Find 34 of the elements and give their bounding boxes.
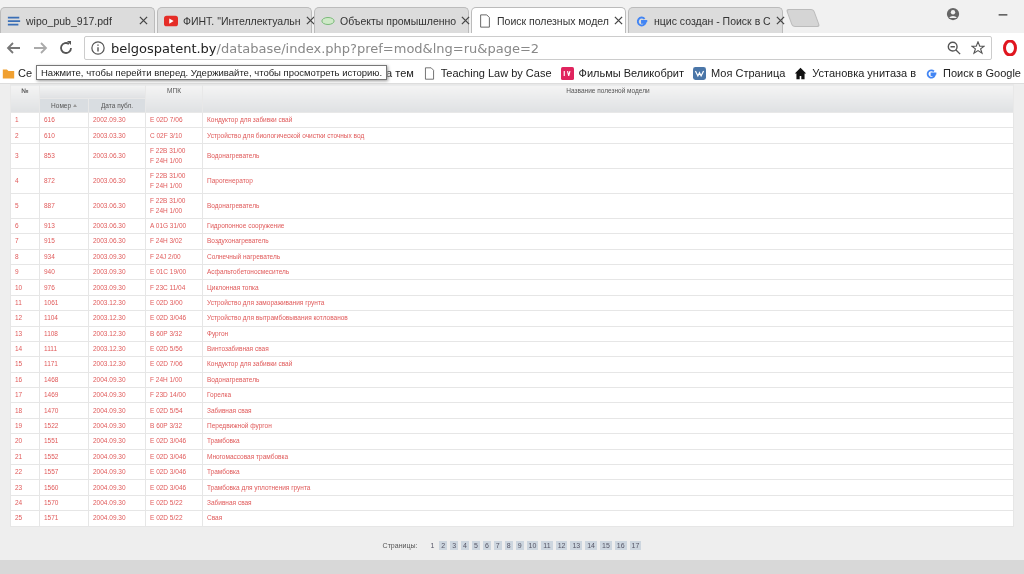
tile-icon: [693, 66, 707, 80]
reload-icon[interactable]: [58, 40, 74, 56]
google-icon: [925, 66, 939, 80]
bookmark-link[interactable]: а тем: [386, 67, 414, 79]
bookmark-link[interactable]: Моя Страница: [693, 66, 786, 80]
browser-tab[interactable]: ФИНТ. "Интеллектуальн: [157, 7, 312, 33]
close-icon[interactable]: [775, 16, 785, 25]
bookmark-link[interactable]: Се: [2, 66, 33, 80]
browser-tab[interactable]: нцис создан - Поиск в С: [628, 7, 783, 33]
tooltip: Нажмите, чтобы перейти вперед. Удерживайте, чтобы просмотреть историю.: [36, 65, 388, 80]
tile-icon: [560, 66, 574, 80]
bookmark-link[interactable]: Teaching Law by Case: [422, 66, 552, 80]
page-icon: [478, 13, 492, 28]
folder-icon: [2, 66, 15, 80]
zoom-out-icon[interactable]: [947, 41, 961, 55]
star-icon[interactable]: [971, 41, 985, 55]
profile-icon[interactable]: [946, 7, 960, 21]
close-icon[interactable]: [305, 16, 315, 25]
back-icon[interactable]: [6, 40, 22, 56]
close-icon[interactable]: [613, 16, 623, 25]
info-icon[interactable]: [91, 41, 105, 55]
address-field[interactable]: belgospatent.by/database/index.php?pref=mod&lng=ru&page=2: [84, 36, 992, 60]
close-icon[interactable]: [461, 16, 471, 25]
opera-icon[interactable]: [1002, 40, 1018, 56]
bookmark-link[interactable]: Поиск в Google: [925, 66, 1021, 80]
browser-tab[interactable]: Поиск полезных модел: [471, 7, 626, 33]
play-icon: [164, 13, 178, 28]
page-icon: [422, 66, 436, 80]
bookmark-link[interactable]: Установка унитаза в: [794, 66, 917, 80]
close-icon[interactable]: [139, 16, 148, 25]
browser-tab[interactable]: Объекты промышленно: [314, 7, 469, 33]
browser-tab[interactable]: wipo_pub_917.pdf: [0, 7, 155, 33]
house-icon: [794, 66, 808, 80]
bookmark-link[interactable]: Фильмы Великобрит: [560, 66, 685, 80]
